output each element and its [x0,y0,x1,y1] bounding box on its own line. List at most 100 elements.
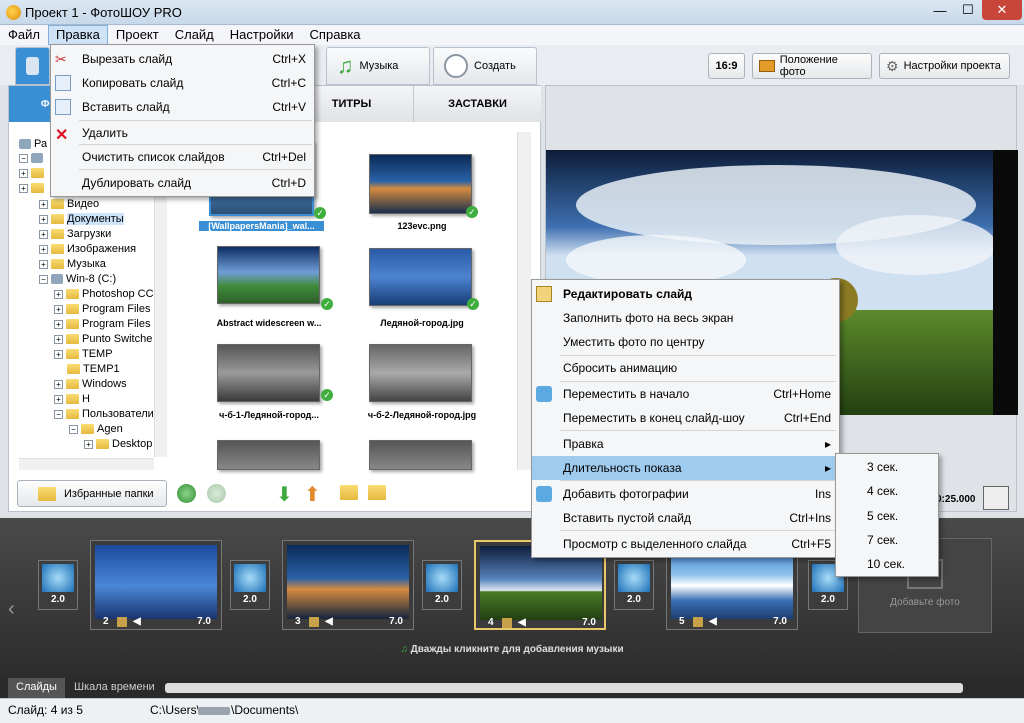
back-arrow-icon[interactable] [177,484,196,503]
menu-duplicate-slide[interactable]: Дублировать слайд Ctrl+D [51,172,314,194]
menu-delete[interactable]: ✕ Удалить [51,122,314,144]
ctx-edit-slide[interactable]: Редактировать слайд [532,282,839,306]
favorite-folders-button[interactable]: Избранные папки [17,480,167,507]
ctx-preview-from-slide[interactable]: Просмотр с выделенного слайда Ctrl+F5 [532,532,839,556]
ctx-fill-screen[interactable]: Заполнить фото на весь экран [532,306,839,330]
menu-slide[interactable]: Слайд [167,25,222,45]
menu-edit[interactable]: Правка [47,25,108,45]
ctx-fit-center[interactable]: Уместить фото по центру [532,330,839,354]
tree-item-music[interactable]: + Музыка [39,258,106,270]
duration-3s[interactable]: 3 сек. [867,460,898,474]
tab-photos[interactable] [15,47,50,85]
tree-item-images[interactable]: + Изображения [39,243,136,255]
menu-project[interactable]: Проект [108,25,167,45]
path-start: C:\Users\ [150,703,201,717]
ctx-move-to-start[interactable]: Переместить в начало Ctrl+Home [532,382,839,406]
close-button[interactable]: ✕ [982,0,1022,20]
tree-item[interactable]: + Photoshop CC [54,288,154,300]
create-tab-label: Создать [474,60,516,72]
tree-item[interactable]: + Windows [54,378,127,390]
add-folder-icon[interactable] [340,485,358,500]
tab-timeline[interactable]: Шкала времени [66,678,163,698]
project-settings-button[interactable]: ⚙ Настройки проекта [879,53,1010,79]
thumbnail-image [369,248,472,306]
scroll-left-icon[interactable]: ‹ [8,598,15,621]
tree-item[interactable]: − Agen [69,423,123,435]
ctx-add-photos[interactable]: Добавить фотографии Ins [532,482,839,506]
tree-item[interactable]: − [19,153,43,163]
menu-help[interactable]: Справка [302,25,369,45]
duration-4s[interactable]: 4 сек. [867,484,898,498]
tree-hscrollbar[interactable] [19,458,154,470]
tree-item-drive-c[interactable]: − Win-8 (C:) [39,273,116,285]
photo-frame-icon [759,60,775,72]
tab-create[interactable]: Создать [433,47,537,85]
tab-music[interactable]: ♫ Музыка [326,47,430,85]
tree-item-downloads[interactable]: + Загрузки [39,228,111,240]
filmstrip-scrollbar[interactable] [165,683,963,693]
ctx-edit-submenu[interactable]: Правка ▸ [532,432,839,456]
transition-item[interactable]: 2.0 [38,560,78,610]
transition-item[interactable]: 2.0 [614,560,654,610]
speaker-icon[interactable]: ◀ [518,617,526,628]
tree-item-video[interactable]: + Видео [39,198,99,210]
tree-item[interactable]: + [19,183,44,193]
speaker-icon[interactable]: ◀ [325,616,333,627]
tree-item-documents[interactable]: + Документы [39,213,124,225]
menu-cut-slide[interactable]: ✂ Вырезать слайд Ctrl+X [51,48,314,70]
tree-item[interactable]: + [19,168,44,178]
edit-slide-icon [536,286,552,302]
duration-7s[interactable]: 7 сек. [867,533,898,547]
maximize-button[interactable]: ☐ [954,0,982,20]
menu-paste-slide[interactable]: Вставить слайд Ctrl+V [51,96,314,118]
user-folder-icon [81,424,94,434]
tree-item[interactable]: + TEMP [54,348,113,360]
menu-clear-slides[interactable]: Очистить список слайдов Ctrl+Del [51,146,314,168]
window-title: Проект 1 - ФотоШОУ PRO [25,5,182,20]
tree-item[interactable]: + Desktop [84,438,152,450]
ctx-display-duration[interactable]: Длительность показа ▸ [532,456,839,480]
ctx-reset-animation[interactable]: Сбросить анимацию [532,356,839,380]
tab-slides[interactable]: Слайды [8,678,65,698]
speaker-icon[interactable]: ◀ [133,616,141,627]
music-tab-label: Музыка [359,60,399,72]
tab-screensavers[interactable]: ЗАСТАВКИ [413,86,541,122]
tree-item[interactable]: + Punto Switche [54,333,152,345]
tree-item[interactable]: + H [54,393,90,405]
aspect-ratio-button[interactable]: 16:9 [708,53,745,79]
duration-5s[interactable]: 5 сек. [867,509,898,523]
tree-item[interactable]: + Program Files [54,303,150,315]
tree-item[interactable]: Ра [19,138,47,150]
thumbnails-scrollbar[interactable] [517,132,531,470]
ctx-insert-empty-slide[interactable]: Вставить пустой слайд Ctrl+Ins [532,506,839,530]
edit-icon[interactable] [117,617,127,627]
arrow-up-icon[interactable]: ⬆ [304,482,321,507]
tree-item[interactable]: + Program Files [54,318,150,330]
photo-position-button[interactable]: Положение фото [752,53,872,79]
fullscreen-button[interactable] [983,486,1009,510]
edit-icon[interactable] [309,617,319,627]
menu-copy-slide[interactable]: Копировать слайд Ctrl+C [51,72,314,94]
folder-icon [31,168,44,178]
menu-file[interactable]: Файл [0,25,48,45]
copy-icon [55,75,71,91]
edit-icon[interactable] [502,618,512,628]
transition-item[interactable]: 2.0 [422,560,462,610]
duration-10s[interactable]: 10 сек. [867,557,905,571]
transition-item[interactable]: 2.0 [230,560,270,610]
music-track-hint[interactable]: ♫ Дважды кликните для добавления музыки [0,644,1024,655]
slide-item[interactable]: 2 ◀ 7.0 [90,540,222,630]
minimize-button[interactable]: — [926,0,954,20]
slide-item[interactable]: 3 ◀ 7.0 [282,540,414,630]
project-settings-label: Настройки проекта [903,60,1001,72]
tree-item[interactable]: − Пользователи [54,408,154,420]
arrow-down-icon[interactable]: ⬇ [276,482,293,507]
forward-arrow-icon[interactable] [207,484,226,503]
menu-settings[interactable]: Настройки [222,25,302,45]
ctx-move-to-end[interactable]: Переместить в конец слайд-шоу Ctrl+End [532,406,839,430]
duration-submenu: 3 сек. 4 сек. 5 сек. 7 сек. 10 сек. [835,453,939,577]
edit-icon[interactable] [693,617,703,627]
speaker-icon[interactable]: ◀ [709,616,717,627]
favorite-folder-icon[interactable] [368,485,386,500]
tree-item[interactable]: TEMP1 [67,363,120,375]
